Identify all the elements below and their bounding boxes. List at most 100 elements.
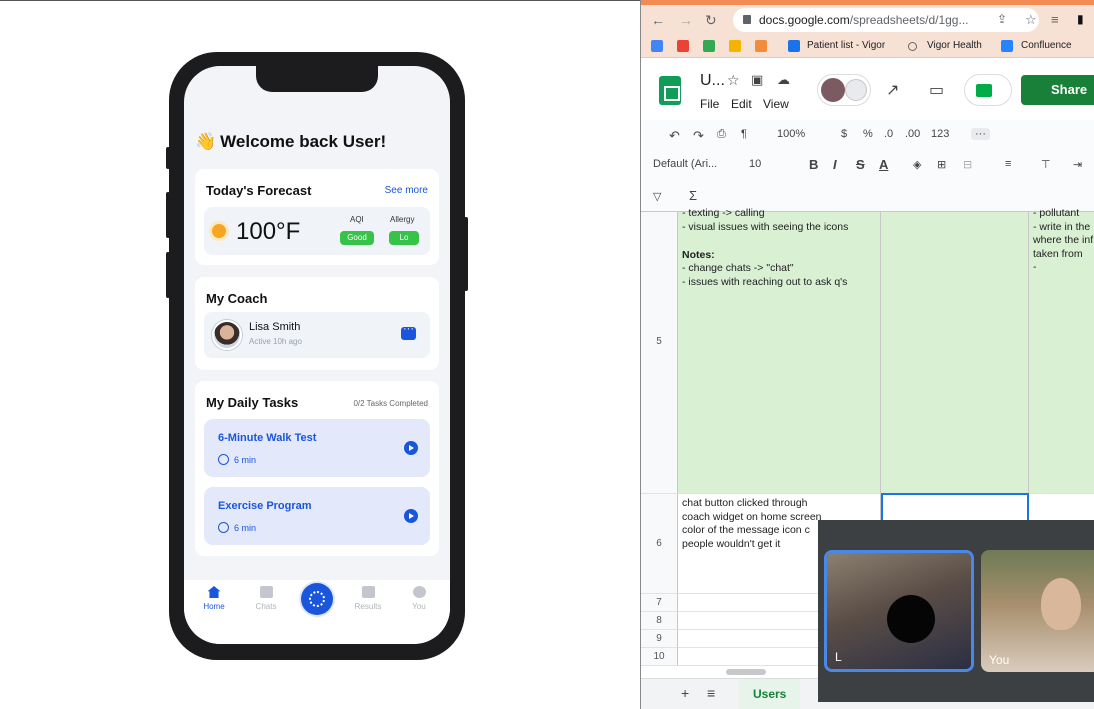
vertical-align-icon[interactable]: ⊤ — [1041, 158, 1051, 171]
tab-results-label: Results — [354, 602, 382, 611]
url-path: /spreadsheets/d/1gg... — [849, 13, 969, 27]
bookmark-vigor-health[interactable]: Vigor Health — [927, 40, 982, 51]
welcome-heading: 👋 Welcome back User! — [195, 132, 386, 152]
bold-button[interactable]: B — [809, 157, 818, 172]
bookmarks-bar: Patient list - Vigor Vigor Health Conflu… — [641, 35, 1094, 58]
phone-power-button — [464, 217, 468, 291]
allergy-label: Allergy — [390, 215, 415, 224]
menu-edit[interactable]: Edit — [731, 97, 752, 111]
row-header[interactable]: 5 — [641, 212, 678, 494]
clipboard-icon — [361, 586, 375, 598]
cloud-status-icon[interactable]: ☁ — [777, 72, 790, 88]
coach-row[interactable]: Lisa Smith Active 10h ago — [204, 312, 430, 358]
horizontal-scrollbar[interactable] — [726, 669, 766, 675]
bookmark-icon[interactable] — [755, 40, 767, 52]
back-icon[interactable]: ← — [651, 12, 665, 28]
task-item[interactable]: 6-Minute Walk Test 6 min — [204, 419, 430, 477]
paint-format-icon[interactable]: ¶ — [741, 128, 747, 140]
coach-card: My Coach Lisa Smith Active 10h ago — [195, 277, 439, 370]
move-folder-icon[interactable]: ▣ — [751, 72, 763, 88]
print-icon[interactable]: ⎙ — [717, 128, 726, 141]
gmail-icon[interactable] — [677, 40, 689, 52]
face-redaction — [887, 595, 935, 643]
fill-color-icon[interactable]: ◈ — [913, 158, 921, 171]
coach-status: Active 10h ago — [249, 337, 302, 346]
see-more-link[interactable]: See more — [385, 185, 428, 196]
self-view-tile[interactable]: You — [981, 550, 1094, 672]
tab-home[interactable]: Home — [194, 586, 234, 611]
timer-icon — [218, 454, 229, 465]
bookmark-confluence[interactable]: Confluence — [1021, 40, 1072, 51]
text-wrap-icon[interactable]: ⇥ — [1073, 158, 1082, 171]
reading-list-icon[interactable]: ≡ — [1051, 12, 1059, 27]
trello-icon[interactable] — [703, 40, 715, 52]
all-sheets-icon[interactable]: ≡ — [707, 685, 715, 701]
decrease-decimal-button[interactable]: .0 — [884, 128, 893, 140]
star-icon[interactable]: ☆ — [1025, 12, 1037, 28]
cell-b5[interactable] — [881, 212, 1029, 494]
avatar — [821, 78, 845, 102]
italic-button[interactable]: I — [833, 157, 837, 172]
menu-file[interactable]: File — [700, 97, 719, 111]
menu-view[interactable]: View — [763, 97, 789, 111]
center-action-button[interactable] — [301, 583, 333, 615]
number-format-select[interactable]: 123 — [931, 128, 949, 140]
redo-icon[interactable]: ↷ — [693, 128, 704, 144]
font-size-select[interactable]: 10 — [749, 158, 761, 170]
phone-volume-down — [166, 252, 170, 298]
sheets-logo-icon[interactable] — [659, 76, 681, 105]
add-sheet-icon[interactable]: + — [681, 685, 689, 701]
row-header[interactable]: 8 — [641, 612, 678, 630]
message-icon[interactable] — [401, 323, 416, 340]
bottom-tab-bar: Home Chats Results You — [184, 580, 450, 644]
play-icon[interactable] — [404, 509, 418, 523]
increase-decimal-button[interactable]: .00 — [905, 128, 920, 140]
task-duration: 6 min — [234, 455, 257, 465]
forward-icon[interactable]: → — [679, 12, 693, 28]
strikethrough-button[interactable]: S — [856, 157, 865, 172]
more-options-icon[interactable]: ··· — [971, 128, 990, 140]
play-icon[interactable] — [404, 441, 418, 455]
align-icon[interactable]: ≡ — [1005, 158, 1011, 170]
participant-tile[interactable]: L — [824, 550, 974, 672]
trending-icon[interactable]: ↗ — [886, 80, 899, 100]
row-header[interactable]: 10 — [641, 648, 678, 666]
undo-icon[interactable]: ↶ — [669, 128, 680, 144]
share-page-icon[interactable]: ⇪ — [997, 12, 1007, 26]
address-bar[interactable]: docs.google.com/spreadsheets/d/1gg... — [733, 8, 1039, 32]
globe-icon — [908, 42, 917, 51]
tab-chats[interactable]: Chats — [246, 586, 286, 611]
meet-button[interactable] — [964, 74, 1012, 106]
borders-icon[interactable]: ⊞ — [937, 158, 946, 171]
row-header[interactable]: 6 — [641, 494, 678, 594]
sidebar-icon[interactable]: ▮ — [1077, 12, 1084, 26]
calendar-icon[interactable] — [651, 40, 663, 52]
document-title[interactable]: U... — [700, 72, 725, 90]
confluence-icon — [1001, 40, 1013, 52]
row-header[interactable]: 9 — [641, 630, 678, 648]
percent-button[interactable]: % — [863, 128, 873, 140]
participant-name: L — [835, 650, 842, 664]
currency-button[interactable]: $ — [841, 128, 847, 140]
share-button[interactable]: Share — [1021, 75, 1094, 105]
star-icon[interactable]: ☆ — [727, 72, 740, 89]
reload-icon[interactable]: ↻ — [705, 12, 717, 29]
sheet-tab-users[interactable]: Users — [739, 679, 801, 709]
tab-results[interactable]: Results — [348, 586, 388, 611]
zoom-select[interactable]: 100% — [777, 128, 805, 140]
bookmark-patient-list[interactable]: Patient list - Vigor — [807, 40, 885, 51]
collaborator-avatars[interactable] — [817, 74, 871, 106]
functions-icon[interactable]: Σ — [689, 188, 697, 203]
bookmark-icon[interactable] — [729, 40, 741, 52]
coach-avatar — [212, 320, 242, 350]
filter-icon[interactable]: ▽ — [653, 190, 661, 203]
merge-cells-icon[interactable]: ⊟ — [963, 158, 972, 171]
tab-you[interactable]: You — [399, 586, 439, 611]
text-color-button[interactable]: A — [879, 157, 888, 172]
row-header[interactable]: 7 — [641, 594, 678, 612]
task-item[interactable]: Exercise Program 6 min — [204, 487, 430, 545]
comment-icon[interactable]: ▭ — [929, 80, 944, 100]
tab-you-label: You — [412, 602, 426, 611]
font-select[interactable]: Default (Ari... — [653, 158, 717, 170]
tasks-completed-count: 0/2 Tasks Completed — [353, 399, 428, 408]
